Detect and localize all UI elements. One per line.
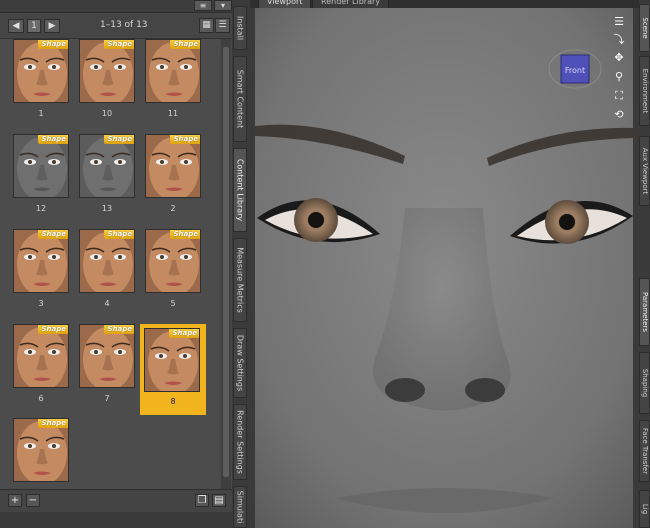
add-button[interactable]: +	[8, 494, 22, 507]
thumbnail-tile[interactable]: Shape 8	[140, 324, 206, 415]
shape-tag: Shape	[38, 325, 68, 334]
face-thumbnail: Shape	[13, 418, 69, 482]
tab-install[interactable]: Install	[233, 6, 247, 50]
frame-icon[interactable]: ⛶	[610, 88, 628, 104]
tile-label: 10	[101, 109, 113, 118]
tab-content-library[interactable]: Content Library	[233, 148, 247, 232]
shape-tag: Shape	[104, 135, 134, 144]
shape-tag: Shape	[170, 135, 200, 144]
thumbnail-tile[interactable]: Shape 3	[8, 229, 74, 320]
panel-top-bar: ≡ ▾	[0, 0, 232, 13]
view-cube[interactable]: Front	[548, 48, 602, 90]
panel-status-bar	[0, 512, 232, 528]
shape-tag: Shape	[104, 325, 134, 334]
thumbnail-tile[interactable]: Shape 7	[74, 324, 140, 415]
scrollbar-thumb[interactable]	[223, 47, 229, 477]
tab-parameters[interactable]: Parameters	[639, 278, 650, 346]
tab-measure-metrics[interactable]: Measure Metrics	[233, 238, 247, 322]
tab-environment[interactable]: Environment	[639, 56, 650, 126]
cube-front-label: Front	[565, 66, 585, 75]
thumbnail-tile[interactable]: Shape 1	[8, 39, 74, 130]
library-navigation-bar: ◀ 1 ▶ 1–13 of 13 ▦ ☰	[0, 14, 232, 39]
database-menu-icon[interactable]: ≡	[194, 0, 212, 11]
tab-simulati[interactable]: Simulati	[233, 486, 247, 528]
viewport-tools: ☰ ⤵ ✥ ⚲ ⛶ ⟲	[610, 14, 630, 126]
face-thumbnail: Shape	[13, 229, 69, 293]
thumbnail-tile[interactable]: Shape 5	[140, 229, 206, 320]
thumbnail-tile[interactable]: Shape 11	[140, 39, 206, 130]
orbit-icon[interactable]: ⤵	[610, 32, 628, 48]
copy-icon[interactable]: ❐	[195, 494, 209, 507]
tile-label: 2	[170, 204, 176, 213]
shape-tag: Shape	[38, 419, 68, 428]
face-thumbnail: Shape	[144, 328, 200, 392]
tile-label: 3	[38, 299, 44, 308]
list-view-icon[interactable]: ☰	[215, 18, 230, 33]
face-thumbnail: Shape	[13, 324, 69, 388]
tile-label: 7	[104, 394, 110, 403]
remove-button[interactable]: −	[26, 494, 40, 507]
thumbnail-grid: Shape 1 Shape 10 Shape 11 Shape 12 Shape 13 Shape 2…	[0, 39, 220, 497]
reset-view-icon[interactable]: ⟲	[610, 107, 628, 123]
tile-label: 13	[101, 204, 113, 213]
top-bar-controls: ≡ ▾	[186, 0, 232, 12]
pan-icon[interactable]: ✥	[610, 50, 628, 66]
tab-scene[interactable]: Scene	[639, 4, 650, 52]
tile-label: 4	[104, 299, 110, 308]
right-tab-strip: Scene Environment Aux Viewport Parameters Sh…	[639, 0, 650, 528]
tab-render-settings[interactable]: Render Settings	[233, 404, 247, 480]
thumbnail-tile[interactable]: Shape 4	[74, 229, 140, 320]
thumbnail-tile[interactable]: Shape 13	[74, 134, 140, 225]
tab-aux-viewport[interactable]: Aux Viewport	[639, 136, 650, 206]
content-library-panel: ≡ ▾ ◀ 1 ▶ 1–13 of 13 ▦ ☰ Shape 1 Shape 10 Sh…	[0, 0, 232, 528]
face-thumbnail: Shape	[13, 39, 69, 103]
face-thumbnail: Shape	[145, 229, 201, 293]
shape-tag: Shape	[104, 40, 134, 49]
tile-label: 11	[167, 109, 179, 118]
shape-tag: Shape	[170, 230, 200, 239]
tile-label: 8	[170, 397, 176, 406]
viewport-tab-bar: Viewport Render Library	[250, 0, 640, 10]
thumbnail-tile[interactable]: Shape 2	[140, 134, 206, 225]
shape-tag: Shape	[38, 40, 68, 49]
back-arrow-icon[interactable]: ◀	[8, 19, 24, 33]
face-thumbnail: Shape	[145, 39, 201, 103]
options-icon[interactable]: ▤	[212, 494, 226, 507]
library-scrollbar[interactable]	[221, 39, 231, 489]
page-number[interactable]: 1	[27, 19, 41, 33]
tab-smart-content[interactable]: Smart Content	[233, 56, 247, 142]
thumbnail-tile[interactable]: Shape 6	[8, 324, 74, 415]
thumbnail-tile[interactable]: Shape 10	[74, 39, 140, 130]
shape-tag: Shape	[38, 230, 68, 239]
face-thumbnail: Shape	[79, 134, 135, 198]
tab-shaping[interactable]: Shaping	[639, 352, 650, 414]
tab-lig[interactable]: Lig	[639, 490, 650, 528]
zoom-icon[interactable]: ⚲	[610, 69, 628, 85]
dropdown-arrow-icon[interactable]: ▾	[214, 0, 232, 11]
shape-tag: Shape	[169, 329, 199, 338]
tab-face-transfer[interactable]: Face Transfer	[639, 420, 650, 482]
library-bottom-bar: + − ❐ ▤	[0, 489, 232, 512]
grid-view-icon[interactable]: ▦	[199, 18, 214, 33]
face-thumbnail: Shape	[13, 134, 69, 198]
tab-draw-settings[interactable]: Draw Settings	[233, 328, 247, 398]
shape-tag: Shape	[170, 40, 200, 49]
tile-label: 12	[35, 204, 47, 213]
viewport-menu-icon[interactable]: ☰	[610, 14, 628, 30]
face-thumbnail: Shape	[79, 39, 135, 103]
tile-label: 1	[38, 109, 44, 118]
tile-label: 5	[170, 299, 176, 308]
face-thumbnail: Shape	[79, 324, 135, 388]
shape-tag: Shape	[38, 135, 68, 144]
tile-label: 6	[38, 394, 44, 403]
forward-arrow-icon[interactable]: ▶	[44, 19, 60, 33]
face-thumbnail: Shape	[79, 229, 135, 293]
page-count-text: 1–13 of 13	[100, 20, 148, 30]
thumbnail-tile[interactable]: Shape 12	[8, 134, 74, 225]
shape-tag: Shape	[104, 230, 134, 239]
face-thumbnail: Shape	[145, 134, 201, 198]
left-tab-strip: Install Smart Content Content Library Measu…	[232, 0, 250, 528]
